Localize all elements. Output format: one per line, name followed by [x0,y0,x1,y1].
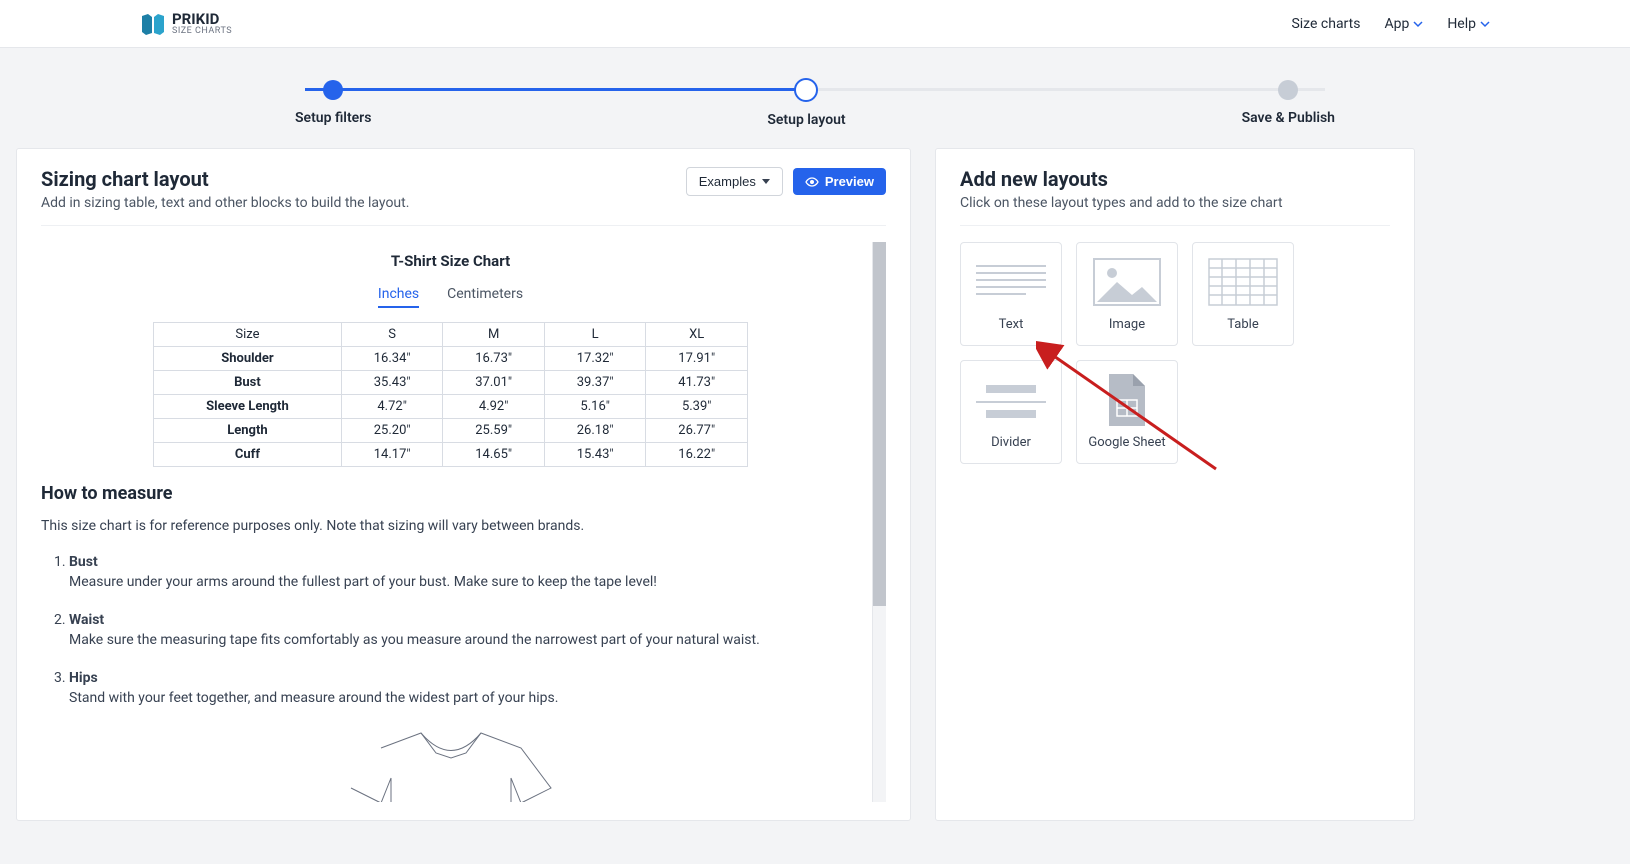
progress-stepper: Setup filters Setup layout Save & Publis… [0,48,1630,148]
sizing-chart-panel: Sizing chart layout Add in sizing table,… [16,148,911,821]
layout-card-text[interactable]: Text [960,242,1062,346]
table-header: XL [646,323,748,347]
table-row: Sleeve Length4.72″4.92″5.16″5.39″ [154,395,748,419]
tshirt-illustration-icon [321,728,581,802]
header-nav: Size charts App Help [1291,16,1490,32]
list-item: WaistMake sure the measuring tape fits c… [69,612,860,648]
nav-app[interactable]: App [1384,16,1423,32]
layout-preview: T-Shirt Size Chart Inches Centimeters Si… [41,242,872,802]
how-to-measure-list: BustMeasure under your arms around the f… [41,554,860,706]
step-circle-active-icon [794,78,818,102]
step-save-publish[interactable]: Save & Publish [1242,80,1335,126]
layout-card-image[interactable]: Image [1076,242,1178,346]
how-to-measure-title: How to measure [41,483,860,504]
divider-icon [976,375,1046,425]
tab-inches[interactable]: Inches [378,286,419,308]
table-row: Shoulder16.34″16.73″17.32″17.91″ [154,347,748,371]
panel-title: Sizing chart layout [41,167,409,191]
eye-icon [805,175,819,189]
preview-button[interactable]: Preview [793,168,886,195]
table-header: L [544,323,646,347]
layout-card-google-sheet[interactable]: Google Sheet [1076,360,1178,464]
step-circle-filled-icon [323,80,343,100]
step-line-active [305,88,815,91]
table-row: Length25.20″25.59″26.18″26.77″ [154,419,748,443]
logo[interactable]: PRIKID SIZE CHARTS [140,12,232,36]
nav-size-charts[interactable]: Size charts [1291,16,1360,32]
logo-subtitle: SIZE CHARTS [172,27,232,36]
scrollbar-thumb[interactable] [873,242,886,606]
table-header: Size [154,323,342,347]
nav-help[interactable]: Help [1447,16,1490,32]
panel-subtitle: Click on these layout types and add to t… [960,195,1390,211]
scrollbar[interactable] [872,242,886,802]
list-item: BustMeasure under your arms around the f… [69,554,860,590]
layout-card-table[interactable]: Table [1192,242,1294,346]
chevron-down-icon [1413,19,1423,29]
chevron-down-icon [1480,19,1490,29]
table-header: M [443,323,545,347]
panel-title: Add new layouts [960,167,1390,191]
size-table: SizeSMLXL Shoulder16.34″16.73″17.32″17.9… [153,322,748,467]
logo-icon [140,13,166,35]
add-layouts-panel: Add new layouts Click on these layout ty… [935,148,1415,821]
how-to-measure-desc: This size chart is for reference purpose… [41,518,860,534]
step-setup-layout[interactable]: Setup layout [767,78,845,128]
image-icon [1092,257,1162,307]
list-item: HipsStand with your feet together, and m… [69,670,860,706]
chart-title: T-Shirt Size Chart [41,252,860,270]
caret-down-icon [762,179,770,184]
app-header: PRIKID SIZE CHARTS Size charts App Help [0,0,1630,48]
step-circle-inactive-icon [1278,80,1298,100]
logo-name: PRIKID [172,12,232,27]
step-setup-filters[interactable]: Setup filters [295,80,371,126]
tab-centimeters[interactable]: Centimeters [447,286,523,308]
table-row: Bust35.43″37.01″39.37″41.73″ [154,371,748,395]
text-lines-icon [976,257,1046,307]
table-header: S [341,323,443,347]
table-row: Cuff14.17″14.65″15.43″16.22″ [154,443,748,467]
examples-button[interactable]: Examples [686,167,783,196]
panel-subtitle: Add in sizing table, text and other bloc… [41,195,409,211]
table-icon [1208,257,1278,307]
layout-card-divider[interactable]: Divider [960,360,1062,464]
google-sheet-icon [1092,375,1162,425]
